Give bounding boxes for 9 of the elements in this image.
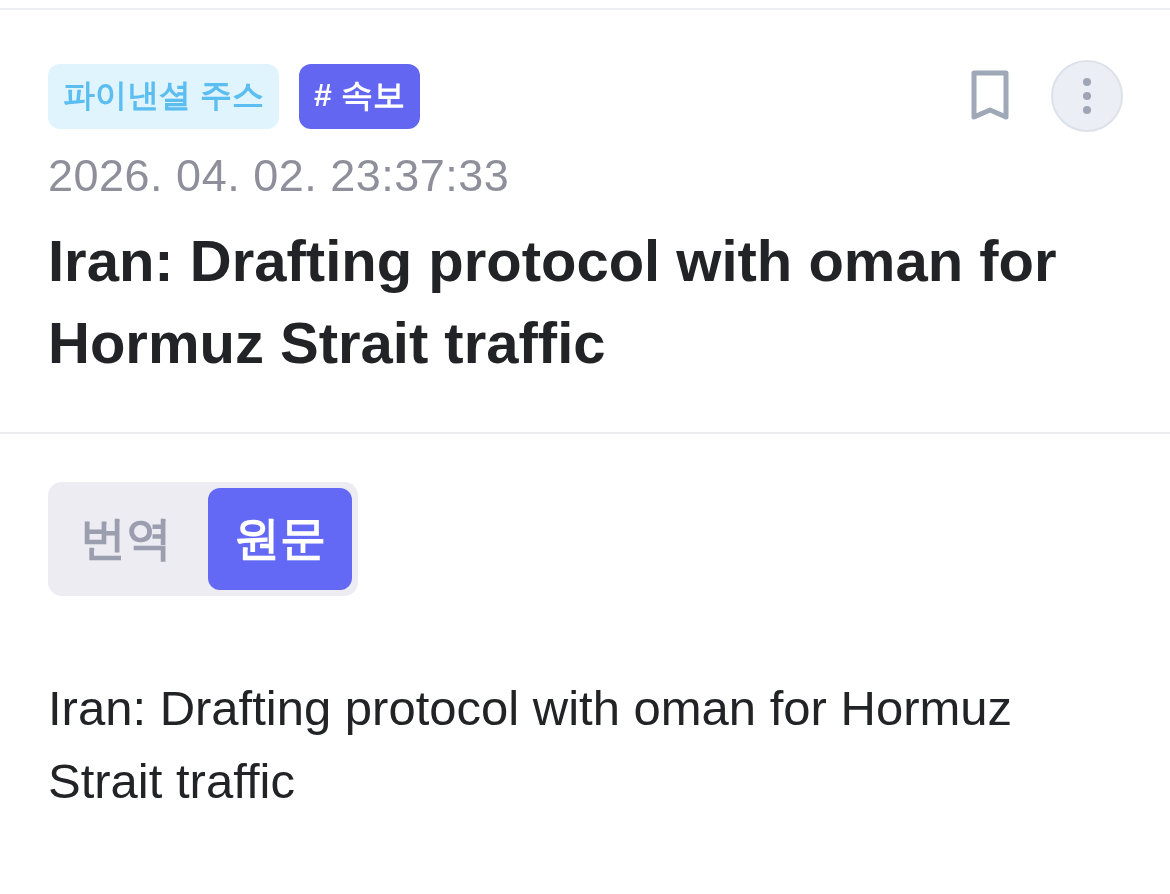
original-tab[interactable]: 원문 (208, 488, 352, 590)
bookmark-icon (971, 70, 1009, 122)
bookmark-button[interactable] (971, 70, 1009, 122)
timestamp: 2026. 04. 02. 23:37:33 (48, 150, 511, 202)
translation-tab[interactable]: 번역 (54, 488, 198, 590)
hashtag-tag[interactable]: # 속보 (298, 63, 420, 129)
article-body: Iran: Drafting protocol with oman for Hormuz Strait traffic (48, 680, 1014, 810)
more-icon (1083, 78, 1091, 114)
article-title: Iran: Drafting protocol with oman for Hormuz Strait traffic (48, 227, 1058, 377)
